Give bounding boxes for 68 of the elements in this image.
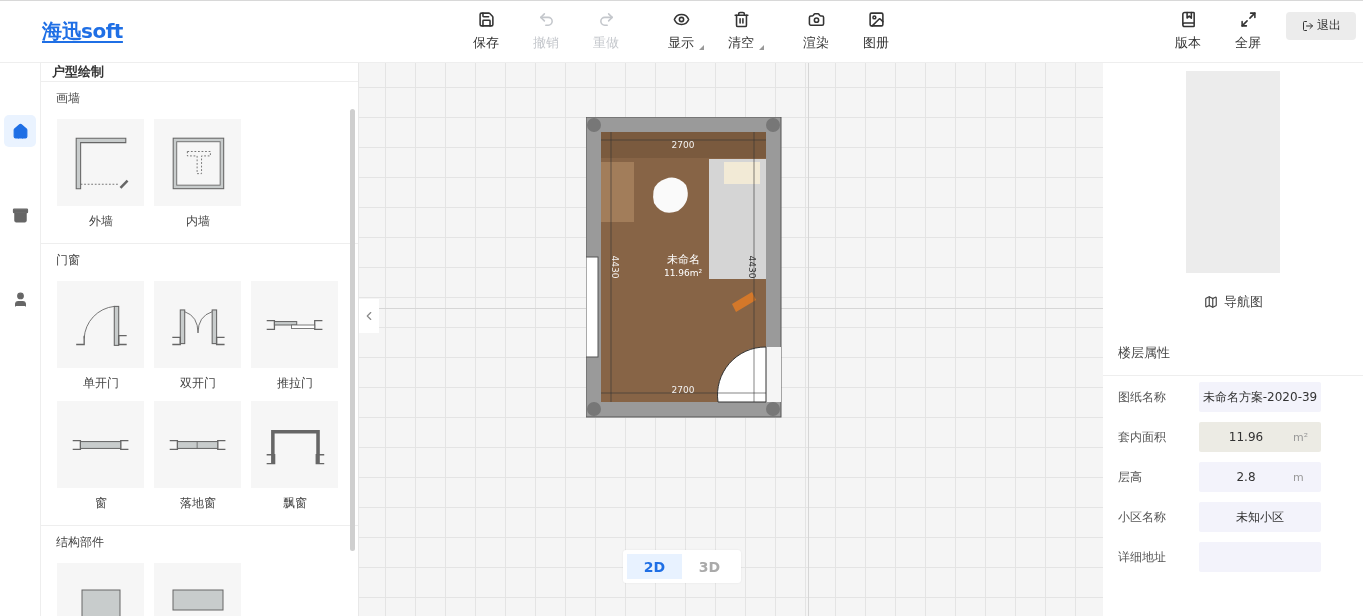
toolbar-button[interactable]: 清空: [711, 3, 771, 60]
camera-icon: [807, 11, 825, 28]
tool-tile[interactable]: [57, 119, 144, 206]
field-label: 套内面积: [1118, 428, 1167, 446]
section-title: 门窗: [56, 252, 81, 269]
tile-label: 落地窗: [179, 495, 216, 512]
tile-label: 外墙: [88, 213, 113, 230]
input-field: 11.96 m²: [1199, 422, 1321, 452]
tool-tile[interactable]: [57, 401, 144, 488]
toolbar-button[interactable]: 保存: [456, 3, 516, 60]
eye-icon: [672, 11, 690, 28]
tool-tile[interactable]: [251, 401, 338, 488]
dimension-label: 4430: [747, 255, 757, 279]
image-icon: [867, 11, 885, 28]
toolbar-button[interactable]: 全屏: [1218, 3, 1278, 60]
toolbar-button[interactable]: 图册: [846, 3, 906, 60]
column-icon: [80, 589, 121, 616]
dimension-label: 2700: [671, 385, 695, 395]
field-label: 详细地址: [1118, 548, 1167, 566]
toolbar-button[interactable]: 显示: [651, 3, 711, 60]
tool-tile[interactable]: [154, 401, 241, 488]
save-icon: [477, 11, 495, 28]
tool-tile[interactable]: [154, 281, 241, 368]
tool-tile[interactable]: [57, 281, 144, 368]
tile-label: 推拉门: [276, 375, 313, 392]
fullscreen-icon: [1239, 11, 1257, 28]
tile-label: 飘窗: [282, 495, 307, 512]
view-tab[interactable]: 2D: [627, 554, 682, 579]
toolbar-button[interactable]: 渲染: [786, 3, 846, 60]
collapse-button[interactable]: [359, 299, 379, 333]
field-label: 层高: [1118, 468, 1143, 486]
trash-icon: [732, 11, 750, 28]
wall-block-icon: [171, 589, 224, 611]
map-icon: [1203, 295, 1218, 309]
tool-tile[interactable]: [251, 281, 338, 368]
section-title: 结构部件: [56, 534, 105, 551]
box-icon: [11, 206, 29, 224]
tile-label: 单开门: [82, 375, 119, 392]
book-icon: [1179, 11, 1197, 28]
input-field[interactable]: 未知小区: [1199, 502, 1321, 532]
panel-title: 户型绘制: [41, 63, 358, 82]
redo-icon: [597, 11, 615, 28]
field-label: 小区名称: [1118, 508, 1167, 526]
rail-button[interactable]: [4, 115, 36, 147]
panel-title: 楼层属性: [1103, 331, 1363, 376]
exit-button[interactable]: 退出: [1286, 11, 1356, 40]
input-field[interactable]: 2.8 m: [1199, 462, 1321, 492]
home-icon: [11, 122, 29, 140]
floor-element-icon: [70, 438, 131, 451]
field-label: 图纸名称: [1118, 388, 1167, 406]
input-field[interactable]: 未命名方案-2020-39: [1199, 382, 1321, 412]
dimension-label: 4430: [610, 255, 620, 279]
tile-label: 窗: [94, 495, 107, 512]
tool-tile[interactable]: [154, 119, 241, 206]
undo-icon: [537, 11, 555, 28]
logo: 海迅soft: [42, 18, 124, 45]
dimension-label: 2700: [671, 140, 695, 150]
room-area: 11.96m²: [663, 268, 703, 278]
section-title: 画墙: [56, 90, 81, 107]
tile-label: 双开门: [179, 375, 216, 392]
tile-label: 内墙: [185, 213, 210, 230]
floor-element-icon: [167, 438, 228, 451]
room-name: 未命名: [666, 253, 700, 266]
toolbar-button[interactable]: 版本: [1158, 3, 1218, 60]
scrollbar[interactable]: [350, 109, 355, 551]
navigator-label: 导航图: [1223, 293, 1263, 311]
exit-icon: [1301, 19, 1314, 32]
floor-element-icon: [264, 318, 325, 331]
